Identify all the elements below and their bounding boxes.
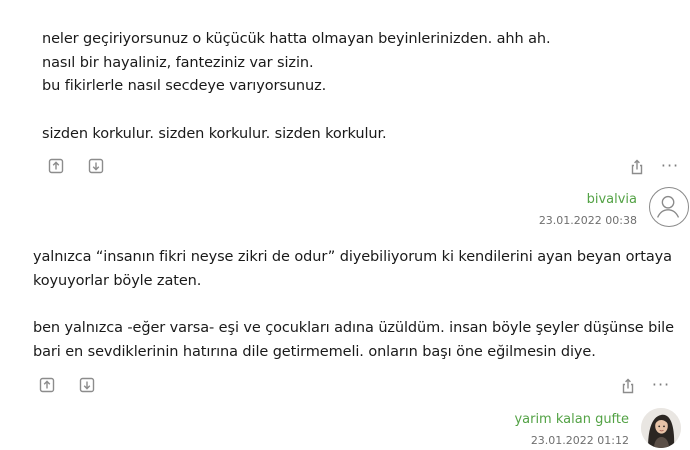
share-icon xyxy=(622,378,634,394)
entry-paragraph: neler geçiriyorsunuz o küçücük hatta olm… xyxy=(42,31,551,94)
share-icon xyxy=(631,159,643,175)
arrow-down-in-box-icon xyxy=(79,377,95,393)
downvote-button[interactable] xyxy=(78,376,96,394)
more-options-button[interactable]: ··· xyxy=(659,157,681,175)
author-info: bivalvia 23.01.2022 00:38 xyxy=(539,191,637,229)
share-button[interactable] xyxy=(619,377,637,395)
entry-date-link[interactable]: 23.01.2022 00:38 xyxy=(539,213,637,229)
author-info: yarim kalan gufte 23.01.2022 01:12 xyxy=(514,411,629,449)
entry-actions: ··· xyxy=(0,156,690,178)
arrow-down-in-box-icon xyxy=(88,158,104,174)
entry-content: yalnızca “insanın fikri neyse zikri de o… xyxy=(33,246,683,364)
arrow-up-in-box-icon xyxy=(39,377,55,393)
entry-paragraph: ben yalnızca -eğer varsa- eşi ve çocukla… xyxy=(33,320,674,360)
author-name-link[interactable]: bivalvia xyxy=(539,191,637,209)
user-photo-avatar xyxy=(641,408,681,448)
more-dots-icon: ··· xyxy=(660,156,680,175)
entry-paragraph: yalnızca “insanın fikri neyse zikri de o… xyxy=(33,249,672,289)
entry-paragraph: sizden korkulur. sizden korkulur. sizden… xyxy=(42,125,387,142)
default-user-avatar-icon xyxy=(656,195,680,218)
author-avatar[interactable] xyxy=(649,187,689,227)
downvote-button[interactable] xyxy=(87,157,105,175)
entry-date-link[interactable]: 23.01.2022 01:12 xyxy=(514,433,629,449)
entry-actions: ··· xyxy=(0,375,690,397)
more-options-button[interactable]: ··· xyxy=(650,376,672,394)
share-button[interactable] xyxy=(628,158,646,176)
arrow-up-in-box-icon xyxy=(48,158,64,174)
author-avatar[interactable] xyxy=(641,408,681,448)
entry-content: neler geçiriyorsunuz o küçücük hatta olm… xyxy=(42,28,642,146)
more-dots-icon: ··· xyxy=(651,375,671,394)
upvote-button[interactable] xyxy=(38,376,56,394)
upvote-button[interactable] xyxy=(47,157,65,175)
author-name-link[interactable]: yarim kalan gufte xyxy=(514,411,629,429)
